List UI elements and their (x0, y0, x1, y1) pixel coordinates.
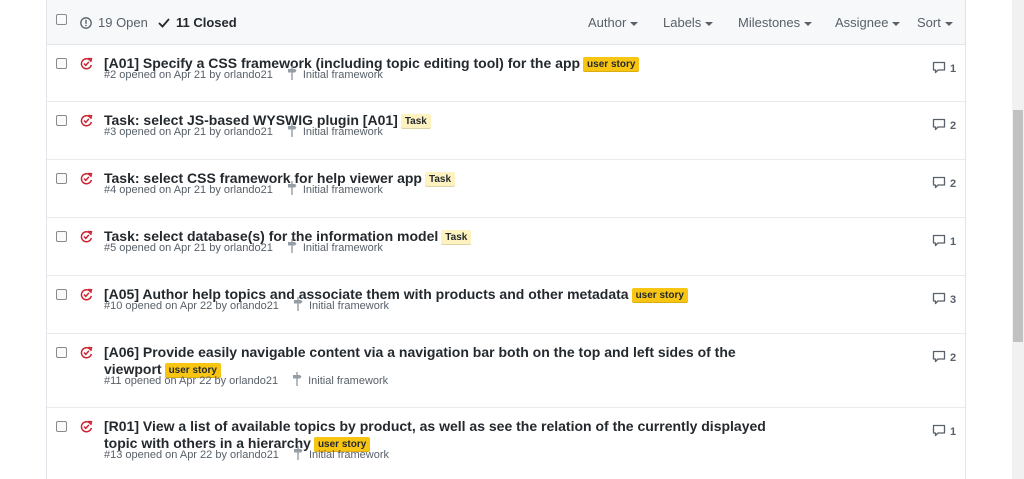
milestone-icon (287, 181, 297, 198)
issue-meta: #5 opened on Apr 21 by orlando21 Initial … (104, 239, 383, 256)
issue-checkbox[interactable] (56, 421, 67, 432)
open-issues-filter[interactable]: 19 Open (80, 15, 148, 30)
issue-opened-icon (80, 16, 92, 29)
issue-milestone-link[interactable]: Initial framework (309, 300, 389, 312)
issue-label[interactable]: Task (424, 172, 456, 187)
issues-panel: 19 Open 11 Closed Author Labels Mileston… (46, 0, 966, 479)
caret-down-icon (892, 21, 901, 26)
issue-row: [A06] Provide easily navigable content v… (47, 334, 965, 408)
comment-icon (932, 350, 950, 366)
comment-count: 2 (950, 178, 957, 190)
issue-milestone-link[interactable]: Initial framework (309, 449, 389, 461)
issue-comments-link[interactable]: 1 (932, 234, 956, 250)
issue-row: Task: select CSS framework for help view… (47, 160, 965, 218)
comment-count: 1 (950, 236, 957, 248)
issue-milestone-link[interactable]: Initial framework (303, 184, 383, 196)
caret-down-icon (705, 21, 714, 26)
issue-closed-icon (80, 346, 93, 364)
issue-milestone-link[interactable]: Initial framework (303, 242, 383, 254)
comment-icon (932, 118, 950, 134)
issue-checkbox[interactable] (56, 231, 67, 242)
comment-icon (932, 61, 950, 77)
check-icon (158, 18, 170, 28)
issue-comments-link[interactable]: 2 (932, 350, 956, 366)
issue-row: Task: select JS-based WYSWIG plugin [A01… (47, 102, 965, 160)
select-all-checkbox[interactable] (56, 14, 67, 25)
issue-milestone-link[interactable]: Initial framework (303, 69, 383, 81)
issue-milestone-link[interactable]: Initial framework (303, 126, 383, 138)
issue-meta: #10 opened on Apr 22 by orlando21 Initial… (104, 297, 389, 314)
milestone-icon (287, 66, 297, 83)
issue-checkbox[interactable] (56, 289, 67, 300)
comment-count: 2 (950, 120, 957, 132)
milestone-icon (287, 123, 297, 140)
issue-row: [A05] Author help topics and associate t… (47, 276, 965, 334)
milestone-icon (292, 372, 302, 389)
issue-checkbox[interactable] (56, 115, 67, 126)
issue-comments-link[interactable]: 1 (932, 61, 956, 77)
labels-filter[interactable]: Labels (663, 15, 714, 30)
milestone-icon (293, 446, 303, 463)
issue-row: [A01] Specify a CSS framework (including… (47, 45, 965, 102)
caret-down-icon (944, 21, 953, 26)
caret-down-icon (630, 21, 639, 26)
issue-label[interactable]: user story (631, 288, 688, 303)
issue-closed-icon (80, 172, 93, 190)
issue-comments-link[interactable]: 3 (932, 292, 956, 308)
caret-down-icon (804, 21, 813, 26)
issue-meta: #13 opened on Apr 22 by orlando21 Initial… (104, 446, 389, 463)
issue-closed-icon (80, 57, 93, 75)
comment-icon (932, 424, 950, 440)
comment-count: 3 (950, 294, 957, 306)
issue-opened-meta: #13 opened on Apr 22 by orlando21 (104, 448, 279, 461)
issue-comments-link[interactable]: 2 (932, 176, 956, 192)
issue-checkbox[interactable] (56, 347, 67, 358)
issue-closed-icon (80, 420, 93, 438)
issue-comments-link[interactable]: 1 (932, 424, 956, 440)
comment-count: 1 (950, 63, 957, 75)
author-filter[interactable]: Author (588, 15, 639, 30)
issue-checkbox[interactable] (56, 173, 67, 184)
issue-label[interactable]: Task (441, 230, 472, 245)
milestone-icon (293, 297, 303, 314)
issue-label[interactable]: user story (583, 57, 640, 72)
issue-closed-icon (80, 288, 93, 306)
issue-opened-meta: #2 opened on Apr 21 by orlando21 (104, 68, 273, 81)
issue-list: [A01] Specify a CSS framework (including… (47, 45, 965, 479)
issue-meta: #3 opened on Apr 21 by orlando21 Initial … (104, 123, 383, 140)
issue-meta: #11 opened on Apr 22 by orlando21 Initial… (104, 372, 388, 389)
issue-opened-meta: #5 opened on Apr 21 by orlando21 (104, 241, 273, 254)
issue-checkbox[interactable] (56, 58, 67, 69)
issue-closed-icon (80, 230, 93, 248)
issue-closed-icon (80, 114, 93, 132)
comment-icon (932, 292, 950, 308)
open-count-label: 19 Open (98, 15, 148, 30)
issue-opened-meta: #4 opened on Apr 21 by orlando21 (104, 183, 273, 196)
assignee-filter[interactable]: Assignee (835, 15, 901, 30)
issue-row: Task: select database(s) for the informa… (47, 218, 965, 276)
comment-icon (932, 176, 950, 192)
issue-opened-meta: #11 opened on Apr 22 by orlando21 (104, 374, 279, 387)
issue-comments-link[interactable]: 2 (932, 118, 956, 134)
scrollbar-thumb[interactable] (1013, 110, 1023, 342)
issue-milestone-link[interactable]: Initial framework (308, 375, 388, 387)
issue-opened-meta: #3 opened on Apr 21 by orlando21 (104, 125, 273, 138)
comment-count: 2 (950, 352, 957, 364)
comment-count: 1 (950, 426, 957, 438)
issue-meta: #4 opened on Apr 21 by orlando21 Initial … (104, 181, 383, 198)
closed-count-label: 11 Closed (176, 15, 237, 30)
milestone-icon (287, 239, 297, 256)
issue-opened-meta: #10 opened on Apr 22 by orlando21 (104, 299, 279, 312)
closed-issues-filter[interactable]: 11 Closed (158, 15, 237, 30)
milestones-filter[interactable]: Milestones (738, 15, 813, 30)
issues-header: 19 Open 11 Closed Author Labels Mileston… (47, 0, 965, 45)
issue-meta: #2 opened on Apr 21 by orlando21 Initial … (104, 66, 383, 83)
issue-row: [R01] View a list of available topics by… (47, 408, 965, 479)
issue-label[interactable]: Task (400, 114, 431, 129)
comment-icon (932, 234, 950, 250)
sort-filter[interactable]: Sort (917, 15, 953, 30)
